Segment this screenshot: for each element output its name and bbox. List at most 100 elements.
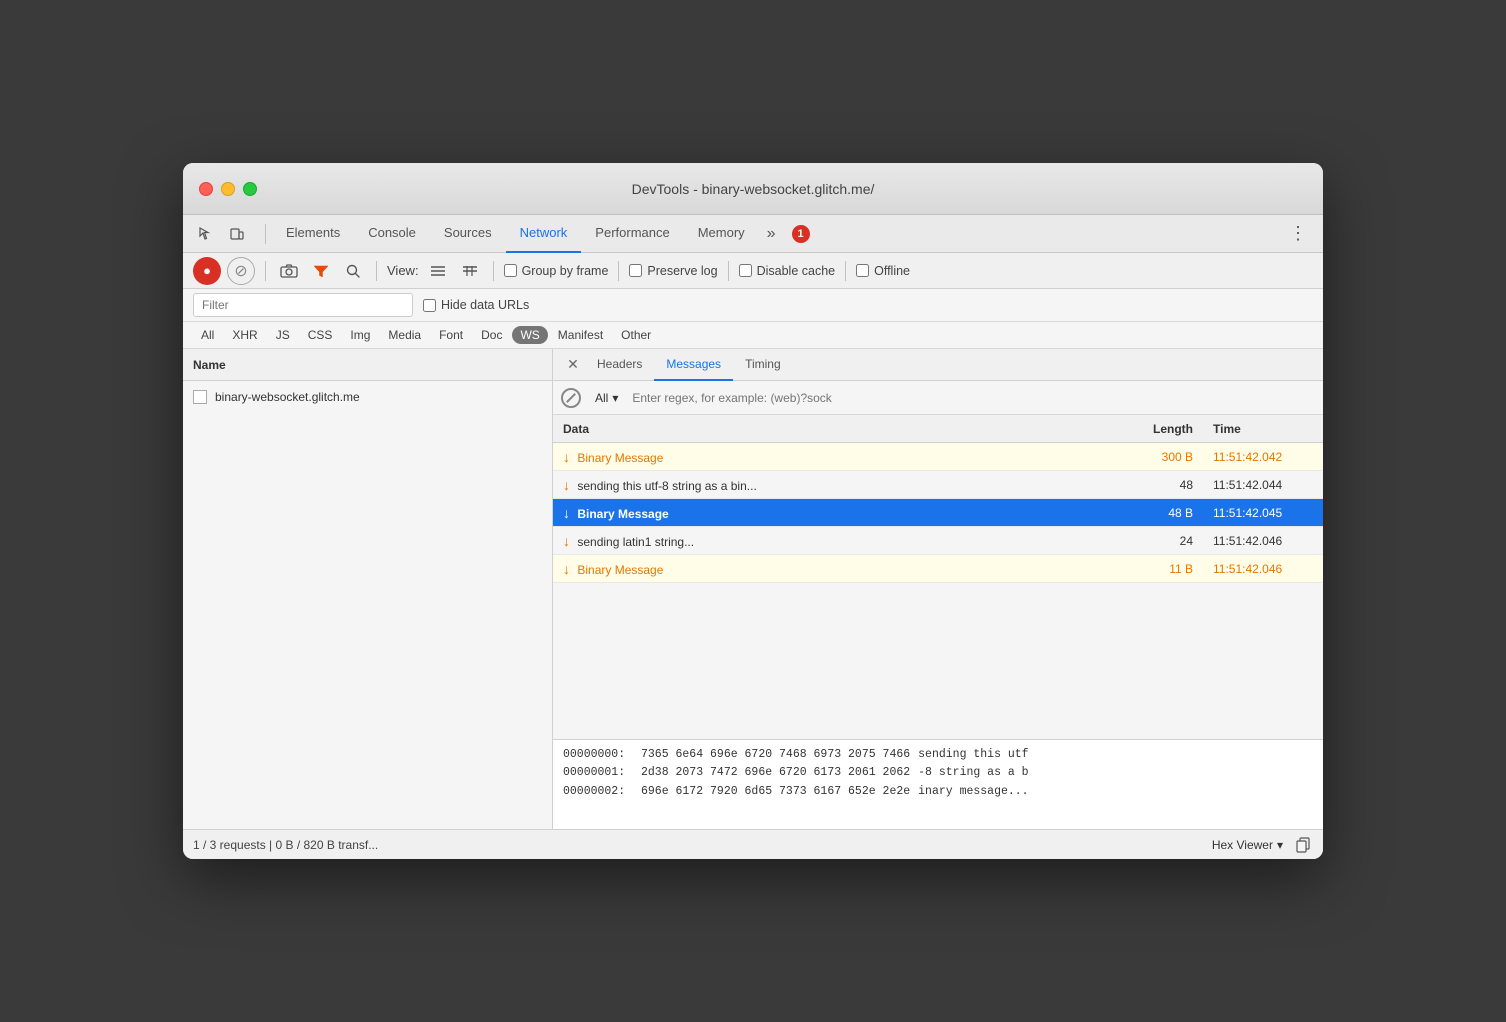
filter-input[interactable] <box>193 293 413 317</box>
tab-network[interactable]: Network <box>506 215 582 253</box>
filter-js[interactable]: JS <box>268 326 298 344</box>
hex-line: 00000001: 2d38 2073 7472 696e 6720 6173 … <box>563 764 1313 782</box>
close-detail-button[interactable]: ✕ <box>561 353 585 377</box>
messages-table: Data Length Time ↓ Binary Message 300 B … <box>553 415 1323 739</box>
network-toolbar: ● ⊘ View: <box>183 253 1323 289</box>
tab-memory[interactable]: Memory <box>684 215 759 253</box>
group-by-frame-checkbox[interactable]: Group by frame <box>504 264 609 278</box>
status-bar: 1 / 3 requests | 0 B / 820 B transf... H… <box>183 829 1323 859</box>
waterfall-icon[interactable] <box>457 258 483 284</box>
tab-performance[interactable]: Performance <box>581 215 683 253</box>
requests-panel: Name binary-websocket.glitch.me <box>183 349 553 829</box>
filter-xhr[interactable]: XHR <box>224 326 265 344</box>
search-icon[interactable] <box>340 258 366 284</box>
stop-recording-button[interactable]: ⊘ <box>227 257 255 285</box>
tab-sources[interactable]: Sources <box>430 215 506 253</box>
arrow-down-icon: ↓ <box>563 561 570 577</box>
hex-bytes: 696e 6172 7920 6d65 7373 6167 652e 2e2e <box>641 783 910 801</box>
record-button[interactable]: ● <box>193 257 221 285</box>
list-view-icon[interactable] <box>425 258 451 284</box>
request-item-name: binary-websocket.glitch.me <box>215 390 360 404</box>
filter-ws[interactable]: WS <box>512 326 547 344</box>
message-length-cell: 24 <box>1103 534 1203 548</box>
minimize-button[interactable] <box>221 182 235 196</box>
devtools-menu-icon[interactable]: ⋮ <box>1281 219 1315 248</box>
hex-viewer-dropdown[interactable]: Hex Viewer ▾ <box>1212 838 1283 852</box>
message-text: Binary Message <box>577 451 663 465</box>
toolbar-divider-6 <box>845 261 846 281</box>
traffic-lights <box>199 182 257 196</box>
close-button[interactable] <box>199 182 213 196</box>
preserve-log-checkbox[interactable]: Preserve log <box>629 264 717 278</box>
devtools-window: DevTools - binary-websocket.glitch.me/ E… <box>183 163 1323 859</box>
message-length-cell: 11 B <box>1103 562 1203 576</box>
filter-img[interactable]: Img <box>342 326 378 344</box>
message-length-cell: 300 B <box>1103 450 1203 464</box>
no-entry-icon <box>561 388 581 408</box>
tab-headers[interactable]: Headers <box>585 349 654 381</box>
filter-other[interactable]: Other <box>613 326 659 344</box>
hex-viewer-panel: 00000000: 7365 6e64 696e 6720 7468 6973 … <box>553 739 1323 829</box>
hide-data-urls-checkbox[interactable]: Hide data URLs <box>423 298 529 312</box>
toolbar-divider-4 <box>618 261 619 281</box>
message-row[interactable]: ↓ sending this utf-8 string as a bin... … <box>553 471 1323 499</box>
toolbar-divider-2 <box>376 261 377 281</box>
hex-ascii: inary message... <box>918 783 1028 801</box>
filter-css[interactable]: CSS <box>300 326 341 344</box>
message-length-cell: 48 B <box>1103 506 1203 520</box>
request-item[interactable]: binary-websocket.glitch.me <box>183 381 552 413</box>
hex-addr: 00000000: <box>563 746 633 764</box>
message-row[interactable]: ↓ sending latin1 string... 24 11:51:42.0… <box>553 527 1323 555</box>
message-time-cell: 11:51:42.044 <box>1203 478 1323 492</box>
tab-elements[interactable]: Elements <box>272 215 354 253</box>
tab-timing[interactable]: Timing <box>733 349 793 381</box>
message-data-cell: ↓ sending this utf-8 string as a bin... <box>553 477 1103 493</box>
arrow-down-icon: ↓ <box>563 477 570 493</box>
inspect-icon[interactable] <box>191 220 219 248</box>
message-time-cell: 11:51:42.042 <box>1203 450 1323 464</box>
regex-filter-input[interactable] <box>632 386 1315 410</box>
hex-ascii: sending this utf <box>918 746 1028 764</box>
message-text: sending this utf-8 string as a bin... <box>577 479 756 493</box>
offline-checkbox[interactable]: Offline <box>856 264 910 278</box>
camera-icon[interactable] <box>276 258 302 284</box>
view-label: View: <box>387 263 419 278</box>
message-row[interactable]: ↓ Binary Message 48 B 11:51:42.045 <box>553 499 1323 527</box>
arrow-down-icon: ↓ <box>563 533 570 549</box>
length-column-header: Length <box>1103 422 1203 436</box>
message-row[interactable]: ↓ Binary Message 300 B 11:51:42.042 <box>553 443 1323 471</box>
message-text: sending latin1 string... <box>577 535 694 549</box>
filter-icon[interactable] <box>308 258 334 284</box>
more-tabs-button[interactable]: » <box>759 221 784 247</box>
detail-panel: ✕ Headers Messages Timing All ▾ <box>553 349 1323 829</box>
tabs-bar: Elements Console Sources Network Perform… <box>183 215 1323 253</box>
tab-messages[interactable]: Messages <box>654 349 733 381</box>
message-time-cell: 11:51:42.046 <box>1203 562 1323 576</box>
filter-font[interactable]: Font <box>431 326 471 344</box>
hex-addr: 00000001: <box>563 764 633 782</box>
device-toggle-icon[interactable] <box>223 220 251 248</box>
message-data-cell: ↓ sending latin1 string... <box>553 533 1103 549</box>
arrow-down-icon: ↓ <box>563 449 570 465</box>
time-column-header: Time <box>1203 422 1323 436</box>
disable-cache-checkbox[interactable]: Disable cache <box>739 264 836 278</box>
window-title: DevTools - binary-websocket.glitch.me/ <box>632 181 875 197</box>
arrow-down-icon: ↓ <box>563 505 570 521</box>
message-type-dropdown[interactable]: All ▾ <box>589 389 624 407</box>
message-data-cell: ↓ Binary Message <box>553 505 1103 521</box>
hex-line: 00000002: 696e 6172 7920 6d65 7373 6167 … <box>563 783 1313 801</box>
filter-media[interactable]: Media <box>380 326 429 344</box>
messages-filter-bar: All ▾ <box>553 381 1323 415</box>
main-content: Name binary-websocket.glitch.me ✕ Header… <box>183 349 1323 829</box>
filter-manifest[interactable]: Manifest <box>550 326 611 344</box>
filter-doc[interactable]: Doc <box>473 326 510 344</box>
maximize-button[interactable] <box>243 182 257 196</box>
tab-console[interactable]: Console <box>354 215 430 253</box>
toolbar-divider-5 <box>728 261 729 281</box>
hex-ascii: -8 string as a b <box>918 764 1028 782</box>
filter-all[interactable]: All <box>193 326 222 344</box>
message-text: Binary Message <box>577 563 663 577</box>
message-row[interactable]: ↓ Binary Message 11 B 11:51:42.046 <box>553 555 1323 583</box>
detail-tabs-bar: ✕ Headers Messages Timing <box>553 349 1323 381</box>
copy-button[interactable] <box>1293 835 1313 855</box>
